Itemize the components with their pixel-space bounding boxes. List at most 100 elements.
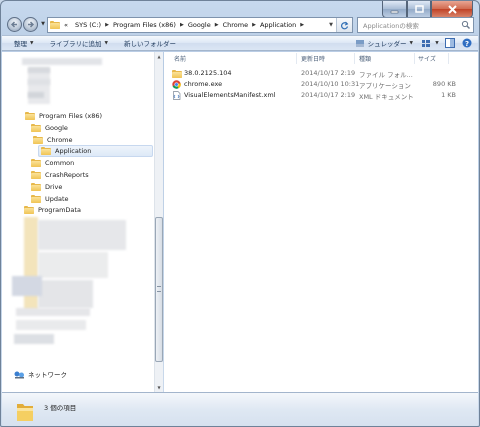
redacted-region xyxy=(28,92,44,98)
recent-pages-dropdown[interactable]: ▼ xyxy=(39,21,47,27)
column-header-size[interactable]: サイズ xyxy=(418,54,436,64)
breadcrumb-application[interactable]: Application xyxy=(260,21,296,29)
shredder-button[interactable]: シュレッダー ▼ xyxy=(352,36,416,50)
tree-item-google[interactable]: Google xyxy=(31,122,68,134)
redacted-region xyxy=(38,280,93,308)
chevron-right-icon[interactable]: ▶ xyxy=(300,22,304,28)
shredder-label: シュレッダー xyxy=(367,40,407,48)
file-row[interactable]: VisualElementsManifest.xml 2014/10/17 2:… xyxy=(170,90,460,101)
breadcrumb-drive[interactable]: SYS (C:) xyxy=(75,21,101,29)
breadcrumb-chrome[interactable]: Chrome xyxy=(223,21,249,29)
file-type: XML ドキュメント xyxy=(359,93,414,101)
refresh-button[interactable] xyxy=(336,18,352,32)
organize-label: 整理 xyxy=(14,40,27,48)
item-count-status: 3 個の項目 xyxy=(44,404,77,412)
tree-item-application[interactable]: Application xyxy=(38,145,153,157)
folder-icon xyxy=(31,124,41,132)
tree-item-drive[interactable]: Drive xyxy=(31,181,62,193)
search-box[interactable]: Applicationの検索 xyxy=(357,17,474,33)
chevron-right-icon[interactable]: ▶ xyxy=(215,22,219,28)
column-header-type[interactable]: 種類 xyxy=(359,54,371,64)
column-header-date[interactable]: 更新日時 xyxy=(301,54,325,64)
breadcrumb-overflow[interactable]: « xyxy=(64,21,68,29)
folder-icon xyxy=(25,112,35,120)
folder-icon xyxy=(16,400,34,422)
folder-icon xyxy=(31,183,41,191)
new-folder-button[interactable]: 新しいフォルダー xyxy=(114,36,182,50)
redacted-region xyxy=(16,320,86,330)
file-size: 890 KB xyxy=(432,80,456,88)
tree-item-label: ProgramData xyxy=(38,206,81,214)
breadcrumb-google[interactable]: Google xyxy=(188,21,211,29)
chevron-down-icon: ▼ xyxy=(409,40,413,46)
tree-item-label: Chrome xyxy=(47,136,73,144)
tree-item-label: CrashReports xyxy=(45,171,89,179)
navigation-pane[interactable]: Program Files (x86) Google Chrome Applic… xyxy=(2,52,155,392)
chevron-down-icon: ▼ xyxy=(30,40,34,46)
include-in-library-button[interactable]: ライブラリに追加 ▼ xyxy=(39,36,113,50)
scroll-down-arrow-icon[interactable]: ▼ xyxy=(155,383,163,392)
redacted-region xyxy=(24,217,38,312)
breadcrumb-program-files[interactable]: Program Files (x86) xyxy=(113,21,176,29)
tree-item-label: Common xyxy=(45,159,75,167)
chevron-right-icon[interactable]: ▶ xyxy=(252,22,256,28)
tree-item-network[interactable]: ネットワーク xyxy=(14,369,67,379)
redacted-region xyxy=(28,79,50,85)
network-icon xyxy=(14,371,24,378)
refresh-icon xyxy=(341,21,349,29)
folder-icon xyxy=(41,147,51,155)
tree-item-label: Update xyxy=(45,195,69,203)
help-icon: ? xyxy=(462,38,472,48)
file-size: 1 KB xyxy=(441,91,456,99)
forward-button[interactable] xyxy=(23,16,38,32)
folder-icon xyxy=(24,206,34,214)
redacted-region xyxy=(14,334,54,344)
file-list[interactable]: 名前 更新日時 種類 サイズ 38.0.2125.104 2014/10/17 … xyxy=(164,52,478,392)
preview-pane-icon xyxy=(445,38,455,48)
folder-icon xyxy=(31,195,41,203)
explorer-window: ▼ « SYS (C:) ▶ Program Files (x86) ▶ Goo… xyxy=(0,0,480,427)
file-type: ファイル フォル... xyxy=(359,71,413,79)
tree-item-programdata[interactable]: ProgramData xyxy=(24,204,81,216)
redacted-region xyxy=(38,252,108,278)
back-arrow-icon xyxy=(10,20,17,28)
file-date: 2014/10/17 2:19 xyxy=(301,69,356,77)
scroll-up-arrow-icon[interactable]: ▲ xyxy=(155,52,163,61)
redacted-region xyxy=(38,220,126,250)
scrollbar-thumb[interactable] xyxy=(155,217,163,362)
help-button[interactable]: ? xyxy=(460,36,474,50)
file-row[interactable]: 38.0.2125.104 2014/10/17 2:19 ファイル フォル..… xyxy=(170,68,460,79)
chevron-down-icon: ▼ xyxy=(104,40,108,46)
file-row[interactable]: chrome.exe 2014/10/10 10:31 アプリケーション 890… xyxy=(170,79,460,90)
folder-icon xyxy=(31,171,41,179)
folder-icon xyxy=(31,159,41,167)
navigation-pane-scrollbar[interactable]: ▲ ▼ xyxy=(154,52,163,392)
chevron-right-icon[interactable]: ▶ xyxy=(105,22,109,28)
tree-item-label: Drive xyxy=(45,183,63,191)
navigation-bar: ▼ « SYS (C:) ▶ Program Files (x86) ▶ Goo… xyxy=(7,13,475,35)
address-history-dropdown[interactable]: ▼ xyxy=(326,18,336,32)
redacted-region xyxy=(28,68,50,104)
tree-item-program-files-x86[interactable]: Program Files (x86) xyxy=(25,110,102,122)
tree-item-common[interactable]: Common xyxy=(31,157,74,169)
details-pane: 3 個の項目 xyxy=(2,392,478,426)
redacted-region xyxy=(16,308,90,316)
forward-arrow-icon xyxy=(28,20,35,28)
organize-button[interactable]: 整理 ▼ xyxy=(2,36,39,50)
back-button[interactable] xyxy=(7,16,22,32)
address-bar[interactable]: « SYS (C:) ▶ Program Files (x86) ▶ Googl… xyxy=(47,17,353,33)
chevron-down-icon: ▼ xyxy=(435,40,439,46)
change-view-button[interactable] xyxy=(419,36,433,50)
chevron-right-icon[interactable]: ▶ xyxy=(180,22,184,28)
redacted-region xyxy=(12,276,42,296)
view-dropdown-button[interactable]: ▼ xyxy=(434,36,440,50)
tree-item-crashreports[interactable]: CrashReports xyxy=(31,169,89,181)
tree-item-label: Google xyxy=(45,124,68,132)
search-placeholder: Applicationの検索 xyxy=(363,22,419,30)
address-folder-icon xyxy=(50,21,60,29)
preview-pane-button[interactable] xyxy=(443,36,457,50)
file-type: アプリケーション xyxy=(359,82,411,90)
svg-text:?: ? xyxy=(465,40,469,48)
redacted-region xyxy=(28,67,50,73)
column-header-name[interactable]: 名前 xyxy=(174,54,186,64)
